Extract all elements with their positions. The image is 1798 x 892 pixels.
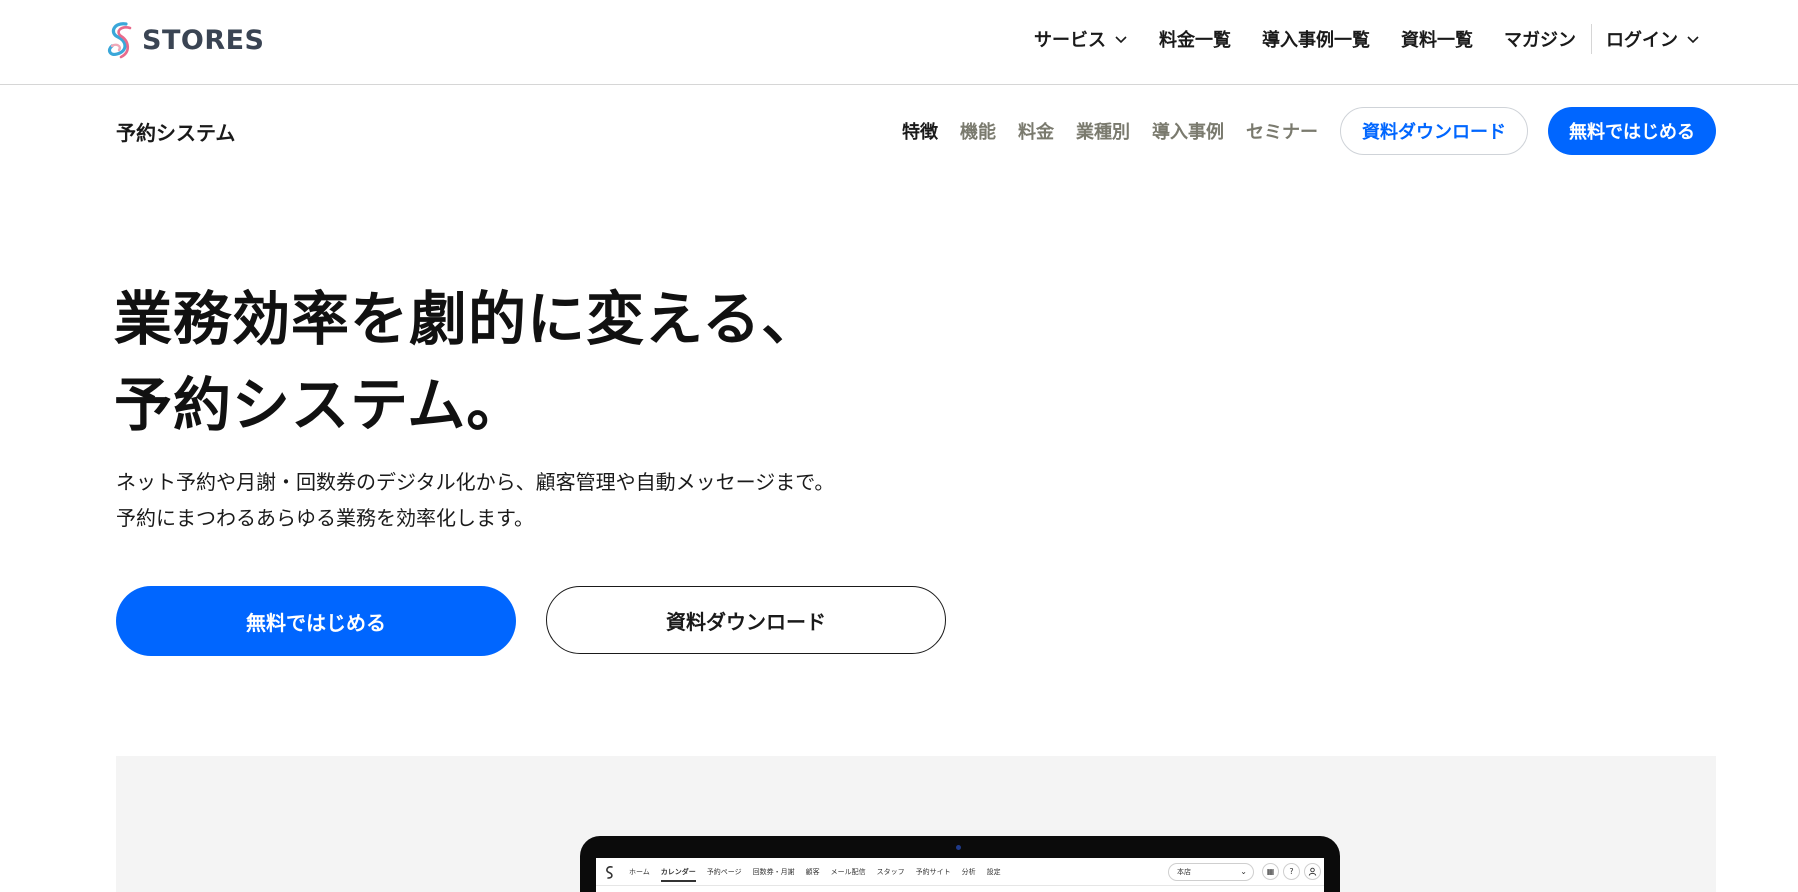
app-screen: ホーム カレンダー 予約ページ 回数券・月謝 顧客 メール配信 スタッフ 予約サ…	[596, 858, 1324, 892]
header-start-free-button[interactable]: 無料ではじめる	[1548, 107, 1716, 155]
app-nav-bar: ホーム カレンダー 予約ページ 回数券・月謝 顧客 メール配信 スタッフ 予約サ…	[596, 858, 1324, 886]
subnav-pricing[interactable]: 料金	[1018, 118, 1054, 144]
app-tab-booking-page[interactable]: 予約ページ	[707, 867, 742, 877]
app-tab-tickets[interactable]: 回数券・月謝	[753, 867, 795, 877]
chevron-down-icon: ⌄	[1240, 867, 1247, 876]
app-tab-settings[interactable]: 設定	[987, 867, 1001, 877]
nav-login[interactable]: ログイン	[1606, 26, 1700, 52]
app-tab-mail[interactable]: メール配信	[831, 867, 866, 877]
stores-logo-icon	[107, 22, 132, 59]
hero-title: 業務効率を劇的に変える、 予約システム。	[114, 276, 820, 448]
stores-logo[interactable]: STORES	[104, 19, 265, 61]
nav-pricing[interactable]: 料金一覧	[1159, 26, 1231, 52]
app-tab-analytics[interactable]: 分析	[962, 867, 976, 877]
app-tab-booking-site[interactable]: 予約サイト	[916, 867, 951, 877]
nav-documents[interactable]: 資料一覧	[1401, 26, 1473, 52]
product-sub-header: 予約システム 特徴 機能 料金 業種別 導入事例 セミナー 資料ダウンロード 無…	[0, 85, 1798, 177]
hero-desc-line1: ネット予約や月謝・回数券のデジタル化から、顧客管理や自動メッセージまで。	[116, 470, 835, 494]
nav-login-label: ログイン	[1606, 30, 1678, 51]
app-logo-icon	[606, 865, 613, 879]
camera-dot	[956, 845, 961, 850]
global-nav: サービス 料金一覧 導入事例一覧 資料一覧 マガジン ログイン	[1034, 22, 1700, 56]
nav-service[interactable]: サービス	[1034, 26, 1128, 52]
global-header: STORES サービス 料金一覧 導入事例一覧 資料一覧 マガジン ログイン	[0, 0, 1798, 85]
hero-download-button[interactable]: 資料ダウンロード	[546, 586, 946, 654]
store-select-value: 本店	[1177, 868, 1191, 876]
hero-desc-line2: 予約にまつわるあらゆる業務を効率化します。	[116, 506, 534, 530]
nav-cases[interactable]: 導入事例一覧	[1262, 26, 1370, 52]
product-sub-nav: 特徴 機能 料金 業種別 導入事例 セミナー 資料ダウンロード 無料ではじめる	[902, 107, 1716, 155]
nav-magazine[interactable]: マガジン	[1504, 26, 1576, 52]
subnav-features[interactable]: 特徴	[902, 118, 938, 144]
subnav-functions[interactable]: 機能	[960, 118, 996, 144]
subnav-cases[interactable]: 導入事例	[1152, 118, 1224, 144]
hero-description: ネット予約や月謝・回数券のデジタル化から、顧客管理や自動メッセージまで。 予約に…	[116, 464, 834, 536]
help-icon[interactable]: ?	[1283, 863, 1300, 880]
hero-start-free-button[interactable]: 無料ではじめる	[116, 586, 516, 656]
app-tab-calendar[interactable]: カレンダー	[660, 867, 696, 882]
product-showcase: ホーム カレンダー 予約ページ 回数券・月謝 顧客 メール配信 スタッフ 予約サ…	[116, 756, 1716, 892]
product-name[interactable]: 予約システム	[116, 117, 235, 146]
chevron-down-icon	[1687, 36, 1699, 44]
user-glyph	[1308, 867, 1317, 876]
nav-divider	[1591, 24, 1592, 54]
app-tab-customers[interactable]: 顧客	[806, 867, 820, 877]
chevron-down-icon	[1115, 36, 1127, 44]
store-select[interactable]: 本店 ⌄	[1168, 863, 1254, 881]
app-tab-staff[interactable]: スタッフ	[877, 867, 905, 877]
hero-title-line2: 予約システム。	[114, 371, 526, 439]
hero-title-line1: 業務効率を劇的に変える、	[114, 285, 821, 353]
calendar-icon[interactable]: ▦	[1262, 863, 1279, 880]
header-download-button[interactable]: 資料ダウンロード	[1340, 107, 1528, 155]
app-tab-home[interactable]: ホーム	[629, 867, 650, 877]
nav-service-label: サービス	[1034, 30, 1106, 51]
tablet-device: ホーム カレンダー 予約ページ 回数券・月謝 顧客 メール配信 スタッフ 予約サ…	[580, 836, 1340, 892]
user-icon[interactable]	[1304, 863, 1321, 880]
subnav-industries[interactable]: 業種別	[1076, 118, 1130, 144]
logo-wordmark: STORES	[142, 24, 265, 56]
subnav-seminar[interactable]: セミナー	[1246, 118, 1318, 144]
